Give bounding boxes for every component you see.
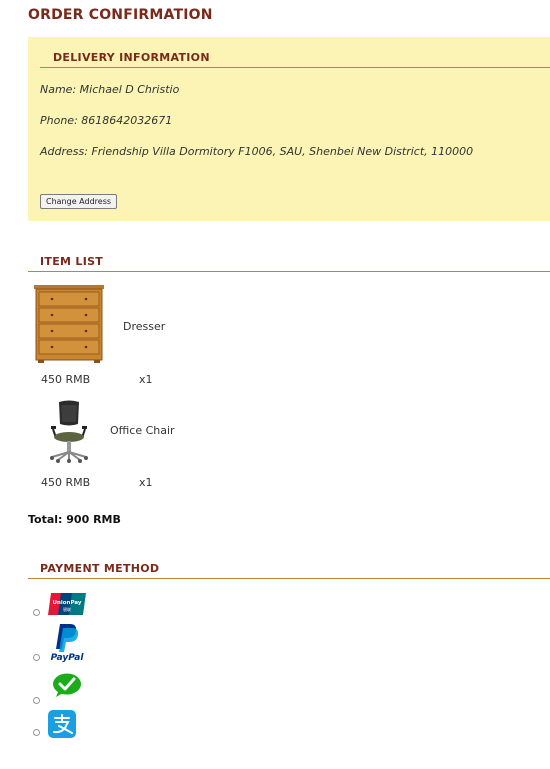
- delivery-info-panel: DELIVERY INFORMATION Name: Michael D Chr…: [28, 37, 550, 221]
- alipay-radio[interactable]: [33, 729, 40, 736]
- delivery-name: Name: Michael D Christio: [40, 83, 180, 96]
- paypal-radio[interactable]: [33, 654, 40, 661]
- dresser-icon: [34, 285, 104, 363]
- delivery-heading: DELIVERY INFORMATION: [53, 51, 210, 64]
- item-list-heading: ITEM LIST: [40, 255, 104, 268]
- item-price: 450 RMB: [41, 373, 91, 386]
- page-title: ORDER CONFIRMATION: [28, 7, 213, 23]
- payment-method-divider: [28, 578, 550, 579]
- item-quantity: x1: [139, 476, 153, 489]
- wechat-pay-icon: [53, 673, 81, 697]
- item-name: Office Chair: [110, 424, 175, 437]
- wechat-pay-radio[interactable]: [33, 697, 40, 704]
- delivery-phone: Phone: 8618642032671: [40, 114, 173, 127]
- paypal-wordmark: PayPal: [51, 653, 85, 662]
- unionpay-icon: UnionPay 银联: [48, 593, 86, 615]
- delivery-address: Address: Friendship Villa Dormitory F100…: [40, 145, 474, 158]
- office-chair-icon: [50, 400, 88, 463]
- order-total: Total: 900 RMB: [28, 513, 121, 526]
- unionpay-text: UnionPay: [53, 600, 82, 606]
- svg-text:银联: 银联: [63, 606, 71, 612]
- change-address-button[interactable]: Change Address: [40, 194, 118, 209]
- item-name: Dresser: [123, 320, 166, 333]
- delivery-divider: [40, 67, 550, 68]
- item-price: 450 RMB: [41, 476, 91, 489]
- payment-method-heading: PAYMENT METHOD: [40, 562, 160, 575]
- item-list-divider: [28, 271, 550, 272]
- item-quantity: x1: [139, 373, 153, 386]
- alipay-icon: [48, 710, 76, 738]
- unionpay-radio[interactable]: [33, 609, 40, 616]
- paypal-icon: PayPal: [51, 624, 85, 662]
